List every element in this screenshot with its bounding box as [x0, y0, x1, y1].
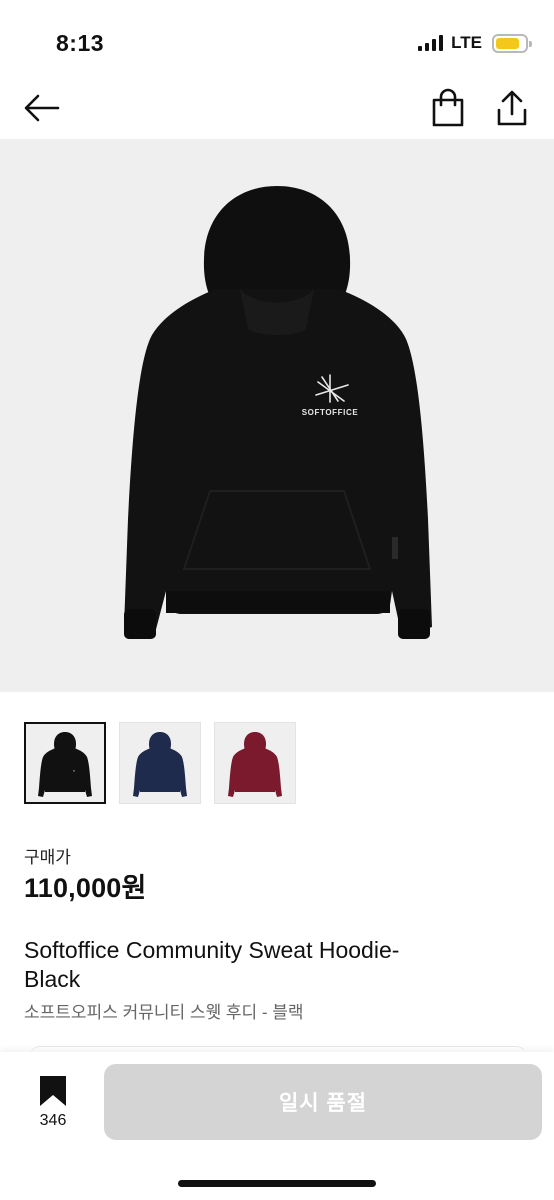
bottom-action-bar: 346 일시 품절: [0, 1052, 554, 1200]
signal-icon: [418, 35, 444, 51]
hoodie-thumbnail-icon: [133, 732, 187, 797]
product-price: 110,000원: [24, 873, 147, 903]
shopping-bag-icon: [432, 88, 464, 127]
status-time: 8:13: [56, 30, 105, 56]
battery-icon: [492, 33, 532, 53]
hoodie-logo-text: SOFTOFFICE: [302, 408, 359, 417]
product-main-image[interactable]: SOFTOFFICE: [0, 139, 554, 692]
price-label: 구매가: [24, 848, 71, 867]
status-indicators: LTE: [418, 33, 532, 53]
thumbnail-black[interactable]: ✳: [24, 722, 106, 804]
hoodie-thumbnail-icon: [228, 732, 282, 797]
top-nav: [0, 80, 554, 136]
back-button[interactable]: [22, 90, 62, 126]
bookmark-count: 346: [39, 1112, 67, 1129]
share-icon: [497, 90, 527, 126]
share-button[interactable]: [494, 88, 530, 128]
hoodie-thumbnail-icon: ✳: [38, 732, 92, 797]
thumbnail-burgundy[interactable]: [214, 722, 296, 804]
black-hoodie-image: SOFTOFFICE: [124, 186, 432, 639]
sold-out-button[interactable]: 일시 품절: [104, 1064, 542, 1140]
color-thumbnails: ✳: [24, 722, 296, 804]
bookmark-button[interactable]: 346: [30, 1074, 76, 1134]
status-bar: 8:13 LTE: [0, 0, 554, 80]
product-subtitle: 소프트오피스 커뮤니티 스웻 후디 - 블랙: [24, 1003, 304, 1022]
home-indicator: [178, 1180, 376, 1187]
thumbnail-navy[interactable]: [119, 722, 201, 804]
bookmark-icon: [40, 1076, 66, 1106]
arrow-left-icon: [24, 94, 60, 122]
product-title: Softoffice Community Sweat Hoodie- Black: [24, 937, 400, 992]
shopping-bag-button[interactable]: [430, 88, 466, 128]
network-type: LTE: [451, 33, 482, 52]
